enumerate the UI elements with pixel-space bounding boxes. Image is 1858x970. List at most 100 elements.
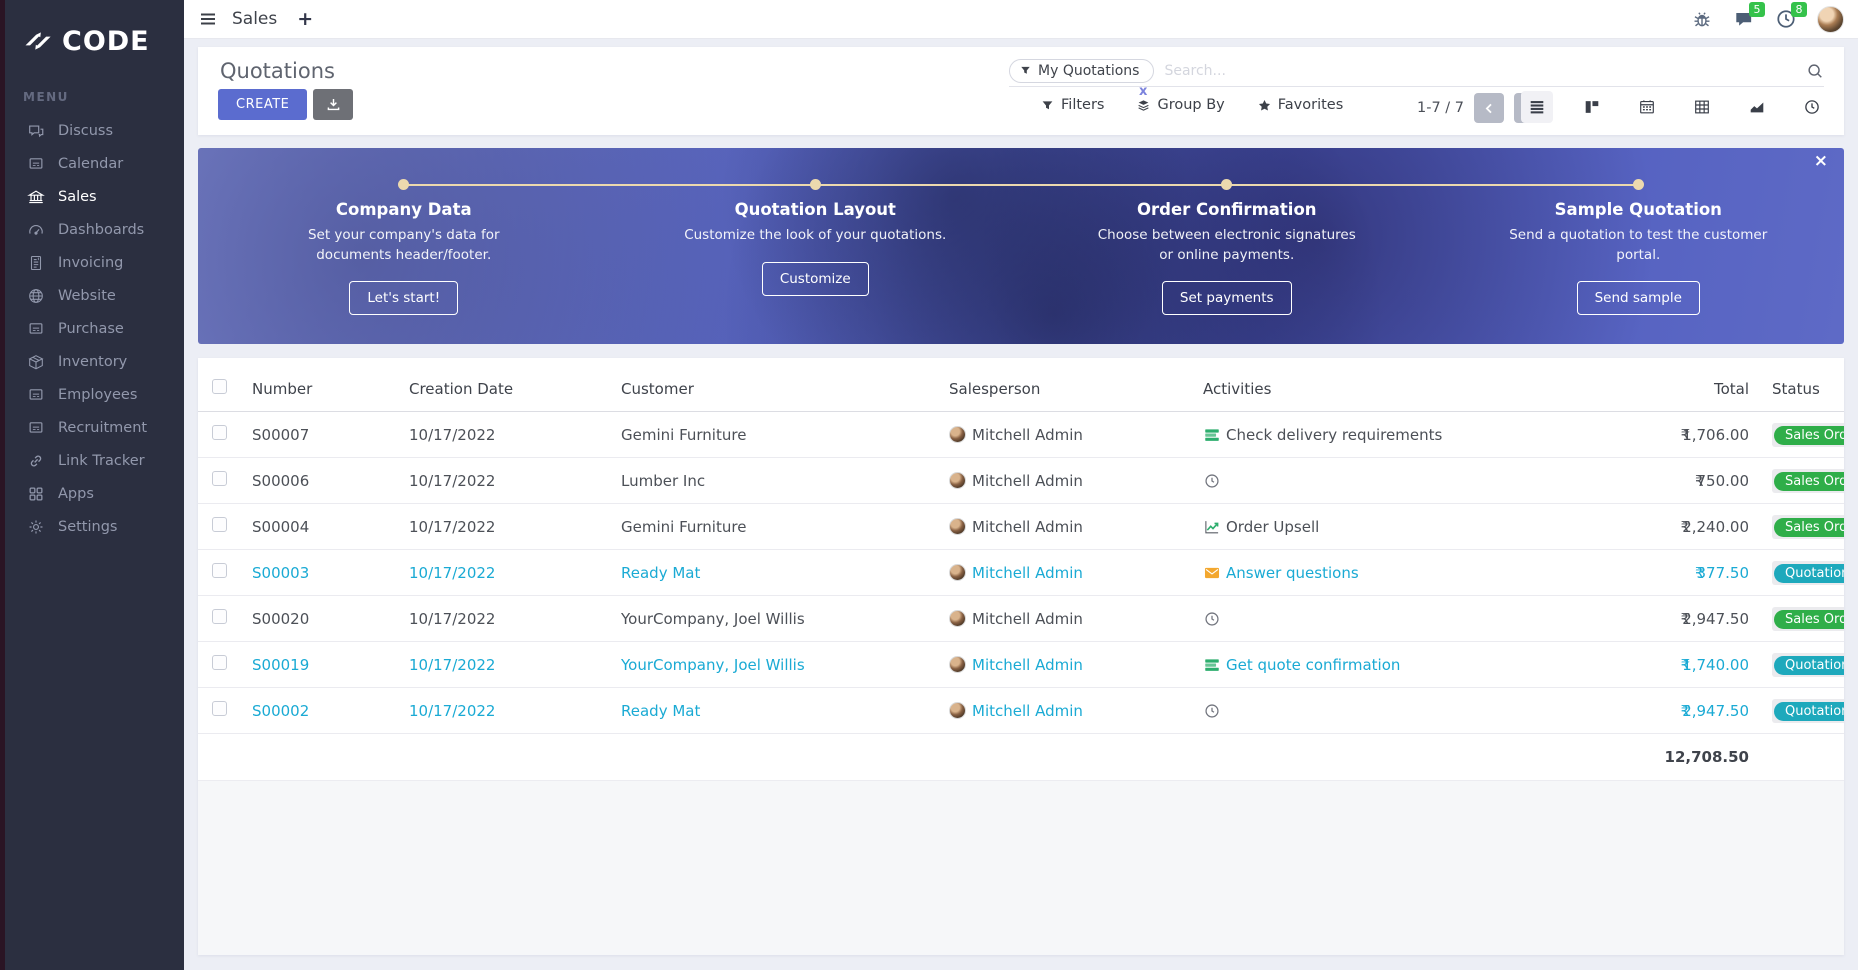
onboarding-step-company-data: Company DataSet your company's data for … xyxy=(198,148,610,344)
calendar-view-button[interactable] xyxy=(1631,91,1663,123)
list-view-button[interactable] xyxy=(1521,91,1553,123)
globe-icon xyxy=(27,287,45,305)
filters-cluster: Filters Group By Favorites xyxy=(1040,97,1343,113)
new-tab-button[interactable]: + xyxy=(291,8,319,30)
table-row-s00003[interactable]: S0000310/17/2022Ready MatMitchell AdminA… xyxy=(198,550,1844,596)
header-customer[interactable]: Customer xyxy=(619,380,947,398)
export-button[interactable] xyxy=(313,89,353,120)
total-sum: 12,708.50 xyxy=(1539,748,1751,766)
topbar-app-menu[interactable]: Sales xyxy=(232,9,277,29)
list-activity-icon[interactable] xyxy=(1203,426,1221,444)
row-checkbox[interactable] xyxy=(212,425,227,440)
user-avatar[interactable] xyxy=(1817,6,1844,33)
clock-activity-icon[interactable] xyxy=(1203,472,1221,490)
graph-view-icon xyxy=(1748,98,1766,116)
step-button-send-sample[interactable]: Send sample xyxy=(1577,281,1700,315)
sidebar-item-purchase[interactable]: Purchase xyxy=(5,312,184,345)
sidebar-item-invoicing[interactable]: Invoicing xyxy=(5,246,184,279)
sidebar-item-inventory[interactable]: Inventory xyxy=(5,345,184,378)
graph-view-button[interactable] xyxy=(1741,91,1773,123)
salesperson-avatar xyxy=(949,610,966,627)
header-number[interactable]: Number xyxy=(242,380,407,398)
list-activity-icon[interactable] xyxy=(1203,656,1221,674)
view-switcher xyxy=(1521,91,1828,123)
row-checkbox[interactable] xyxy=(212,471,227,486)
step-button-set-payments[interactable]: Set payments xyxy=(1162,281,1292,315)
cell-salesperson: Mitchell Admin xyxy=(947,656,1199,674)
header-creation-date[interactable]: Creation Date xyxy=(407,380,619,398)
debug-bug-icon[interactable] xyxy=(1691,8,1713,30)
sidebar-item-label: Sales xyxy=(58,189,97,205)
header-activities[interactable]: Activities xyxy=(1199,380,1539,398)
sidebar-item-calendar[interactable]: Calendar xyxy=(5,147,184,180)
filters-button[interactable]: Filters xyxy=(1040,97,1104,113)
box-icon xyxy=(27,353,45,371)
favorites-button[interactable]: Favorites xyxy=(1257,97,1344,113)
sidebar-item-website[interactable]: Website xyxy=(5,279,184,312)
sidebar-item-recruitment[interactable]: Recruitment xyxy=(5,411,184,444)
row-checkbox[interactable] xyxy=(212,517,227,532)
salesperson-name: Mitchell Admin xyxy=(972,518,1083,536)
app-logo[interactable]: CODE xyxy=(5,0,184,62)
activity-label: Order Upsell xyxy=(1226,518,1319,536)
cell-activities: Answer questions xyxy=(1199,564,1539,582)
salesperson-avatar xyxy=(949,518,966,535)
status-badge-wrap: Sales Order xyxy=(1772,607,1844,631)
cell-creation-date: 10/17/2022 xyxy=(407,472,619,490)
group-by-button[interactable]: Group By xyxy=(1136,97,1224,113)
banner-close-icon[interactable]: × xyxy=(1814,153,1828,170)
hamburger-menu-icon[interactable] xyxy=(198,9,218,29)
cell-total: ₹377.50 xyxy=(1539,564,1751,582)
table-empty-area xyxy=(198,780,1844,955)
sidebar-item-dashboards[interactable]: Dashboards xyxy=(5,213,184,246)
bank-icon xyxy=(27,188,45,206)
pivot-view-button[interactable] xyxy=(1686,91,1718,123)
cell-status: Sales Order xyxy=(1751,515,1844,539)
messages-icon[interactable]: 5 xyxy=(1733,8,1755,30)
row-checkbox[interactable] xyxy=(212,563,227,578)
search-input[interactable] xyxy=(1154,63,1806,79)
clock-activity-icon[interactable] xyxy=(1203,610,1221,628)
pager-previous-button[interactable] xyxy=(1474,93,1504,123)
table-row-s00002[interactable]: S0000210/17/2022Ready MatMitchell Admin₹… xyxy=(198,688,1844,734)
activities-clock-icon[interactable]: 8 xyxy=(1775,8,1797,30)
monitor-icon xyxy=(27,386,45,404)
header-salesperson[interactable]: Salesperson xyxy=(947,380,1199,398)
search-facet-my-quotations[interactable]: My Quotations xyxy=(1009,59,1154,83)
row-checkbox[interactable] xyxy=(212,609,227,624)
cell-status: Quotation xyxy=(1751,561,1844,585)
search-bar[interactable]: My Quotations x xyxy=(1009,55,1824,87)
row-checkbox[interactable] xyxy=(212,701,227,716)
gear-icon xyxy=(27,518,45,536)
table-row-s00004[interactable]: S0000410/17/2022Gemini FurnitureMitchell… xyxy=(198,504,1844,550)
step-button-let-s-start[interactable]: Let's start! xyxy=(349,281,458,315)
create-button[interactable]: CREATE xyxy=(218,89,307,120)
apps-icon xyxy=(27,485,45,503)
sidebar-item-settings[interactable]: Settings xyxy=(5,510,184,543)
sidebar-item-apps[interactable]: Apps xyxy=(5,477,184,510)
table-row-s00019[interactable]: S0001910/17/2022YourCompany, Joel Willis… xyxy=(198,642,1844,688)
select-all-checkbox[interactable] xyxy=(212,379,227,394)
header-status[interactable]: Status xyxy=(1751,380,1844,398)
table-row-s00006[interactable]: S0000610/17/2022Lumber IncMitchell Admin… xyxy=(198,458,1844,504)
envelope-activity-icon[interactable] xyxy=(1203,564,1221,582)
step-button-customize[interactable]: Customize xyxy=(762,262,869,296)
activity-view-button[interactable] xyxy=(1796,91,1828,123)
clock-activity-icon[interactable] xyxy=(1203,702,1221,720)
sidebar-item-discuss[interactable]: Discuss xyxy=(5,114,184,147)
chart-activity-icon[interactable] xyxy=(1203,518,1221,536)
sidebar-item-link-tracker[interactable]: Link Tracker xyxy=(5,444,184,477)
sidebar-item-sales[interactable]: Sales xyxy=(5,180,184,213)
table-row-s00007[interactable]: S0000710/17/2022Gemini FurnitureMitchell… xyxy=(198,412,1844,458)
messages-count-badge: 5 xyxy=(1749,2,1765,17)
kanban-view-button[interactable] xyxy=(1576,91,1608,123)
sidebar-item-employees[interactable]: Employees xyxy=(5,378,184,411)
row-checkbox[interactable] xyxy=(212,655,227,670)
onboarding-banner: Company DataSet your company's data for … xyxy=(198,148,1844,344)
search-icon[interactable] xyxy=(1806,62,1824,80)
status-badge: Quotation xyxy=(1774,564,1844,583)
header-total[interactable]: Total xyxy=(1539,380,1751,398)
sidebar-item-label: Website xyxy=(58,288,116,304)
step-dot xyxy=(398,179,409,190)
table-row-s00020[interactable]: S0002010/17/2022YourCompany, Joel Willis… xyxy=(198,596,1844,642)
